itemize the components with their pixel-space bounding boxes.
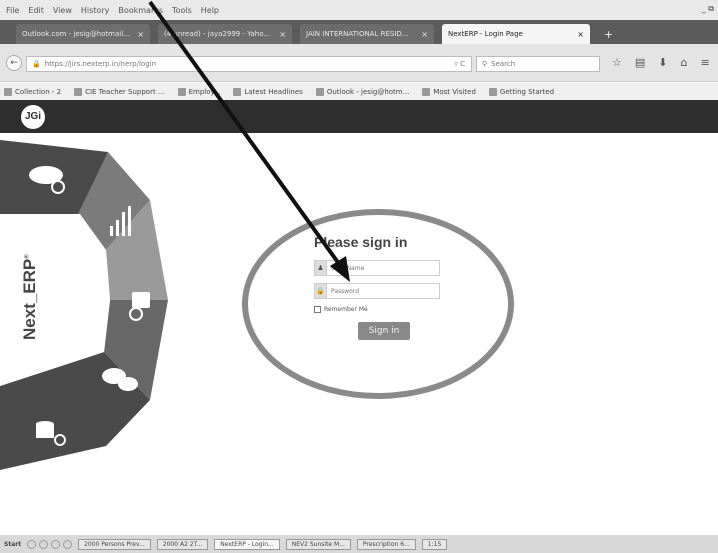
bookmark-item[interactable]: Latest Headlines bbox=[233, 87, 303, 96]
tab-label: (4 unread) - jaya2999 - Yaho... bbox=[164, 30, 271, 38]
url-text: https://jirs.nexterp.in/nerp/login bbox=[44, 60, 157, 68]
menu-icon[interactable]: ≡ bbox=[700, 56, 709, 69]
start-button[interactable]: Start bbox=[4, 541, 21, 548]
bookmark-label: Collection - 2 bbox=[15, 87, 62, 96]
address-bar[interactable]: 🔒 https://jirs.nexterp.in/nerp/login ▿ C bbox=[26, 56, 472, 72]
new-tab-button[interactable]: + bbox=[598, 28, 619, 44]
login-form: Please sign in ♟ 🔒 Remember Me Sign in bbox=[314, 234, 454, 340]
menu-file[interactable]: File bbox=[6, 6, 19, 15]
menu-bookmarks[interactable]: Bookmarks bbox=[118, 6, 163, 15]
brand-text: Next_ERP bbox=[20, 258, 39, 340]
site-icon bbox=[74, 87, 83, 96]
bookmark-label: Getting Started bbox=[499, 87, 555, 96]
lock-icon: 🔒 bbox=[32, 60, 41, 68]
browser-menubar: File Edit View History Bookmarks Tools H… bbox=[0, 0, 718, 20]
menu-help[interactable]: Help bbox=[201, 6, 219, 15]
jgi-logo[interactable]: JGi bbox=[21, 105, 45, 129]
taskbar-clock: 1:15 bbox=[421, 538, 448, 550]
folder-icon bbox=[422, 87, 431, 96]
tab-nexterp[interactable]: NextERP - Login Page × bbox=[442, 24, 590, 44]
navigation-bar: ← 🔒 https://jirs.nexterp.in/nerp/login ▿… bbox=[0, 44, 718, 82]
window-controls[interactable]: _ ⧉ bbox=[702, 4, 714, 14]
app-icon[interactable] bbox=[27, 539, 37, 549]
taskbar-item[interactable]: NextERP - Login... bbox=[214, 538, 280, 550]
tab-outlook[interactable]: Outlook.com - jesig@hotmail... × bbox=[16, 24, 150, 44]
username-field[interactable]: ♟ bbox=[314, 260, 440, 276]
tab-jain[interactable]: JAIN INTERNATIONAL RESID... × bbox=[300, 24, 434, 44]
tab-label: JAIN INTERNATIONAL RESID... bbox=[306, 30, 409, 38]
remember-label: Remember Me bbox=[324, 306, 368, 313]
search-icon: ⚲ bbox=[482, 60, 488, 68]
remember-checkbox[interactable] bbox=[314, 306, 321, 313]
password-input[interactable] bbox=[327, 287, 437, 295]
remember-me[interactable]: Remember Me bbox=[314, 306, 454, 313]
search-placeholder: Search bbox=[491, 60, 516, 68]
tab-strip: Outlook.com - jesig@hotmail... × (4 unre… bbox=[0, 20, 718, 44]
app-icon[interactable] bbox=[63, 539, 73, 549]
bookmark-item[interactable]: Outlook - jesig@hotm... bbox=[315, 87, 410, 96]
menu-history[interactable]: History bbox=[81, 6, 109, 15]
app-icon[interactable] bbox=[39, 539, 49, 549]
home-icon[interactable]: ⌂ bbox=[681, 56, 688, 69]
login-heading: Please sign in bbox=[314, 234, 408, 250]
site-icon bbox=[315, 87, 324, 96]
menu-view[interactable]: View bbox=[53, 6, 72, 15]
folder-icon bbox=[4, 87, 12, 96]
username-input[interactable] bbox=[327, 264, 437, 272]
taskbar-item[interactable]: 2000 A2 2T... bbox=[156, 538, 209, 550]
bookmark-label: Most Visited bbox=[433, 87, 476, 96]
site-icon bbox=[177, 87, 186, 96]
tab-label: Outlook.com - jesig@hotmail... bbox=[22, 30, 130, 38]
taskbar-item[interactable]: Prescription 6... bbox=[356, 538, 416, 550]
brand-mark: ® bbox=[24, 254, 31, 259]
bookmark-item[interactable]: Getting Started bbox=[488, 87, 555, 96]
lock-icon: 🔒 bbox=[315, 284, 327, 298]
download-icon[interactable]: ⬇ bbox=[658, 56, 667, 69]
bookmark-item[interactable]: Employ... bbox=[177, 87, 221, 96]
bookmark-item[interactable]: Most Visited bbox=[422, 87, 476, 96]
close-icon[interactable]: × bbox=[421, 30, 428, 39]
user-icon: ♟ bbox=[315, 261, 327, 275]
close-icon[interactable]: × bbox=[279, 30, 286, 39]
bookmark-label: CIE Teacher Support ... bbox=[85, 87, 165, 96]
taskbar-item[interactable]: NEV2 Sunsite M... bbox=[285, 538, 351, 550]
os-taskbar: Start 2000 Persons Prev... 2000 A2 2T...… bbox=[0, 535, 718, 553]
reload-button[interactable]: ▿ C bbox=[454, 60, 465, 68]
taskbar-item[interactable]: 2000 Persons Prev... bbox=[78, 538, 151, 550]
password-field[interactable]: 🔒 bbox=[314, 283, 440, 299]
bookmark-label: Employ... bbox=[188, 87, 221, 96]
menu-edit[interactable]: Edit bbox=[28, 6, 44, 15]
app-icon[interactable] bbox=[51, 539, 61, 549]
bookmarks-bar: Collection - 2 CIE Teacher Support ... E… bbox=[0, 83, 718, 100]
app-header: JGi bbox=[0, 100, 718, 133]
menu-tools[interactable]: Tools bbox=[172, 6, 192, 15]
rss-icon bbox=[233, 87, 242, 96]
bookmark-star-icon[interactable]: ☆ bbox=[612, 56, 622, 69]
bookmark-item[interactable]: CIE Teacher Support ... bbox=[74, 87, 165, 96]
quick-launch bbox=[27, 539, 73, 549]
tab-label: NextERP - Login Page bbox=[448, 30, 523, 38]
site-icon bbox=[488, 87, 497, 96]
sign-in-button[interactable]: Sign in bbox=[358, 322, 410, 340]
close-icon[interactable]: × bbox=[137, 30, 144, 39]
tab-yahoo[interactable]: (4 unread) - jaya2999 - Yaho... × bbox=[158, 24, 292, 44]
bookmark-label: Latest Headlines bbox=[244, 87, 303, 96]
toolbar-icons: ☆ ▤ ⬇ ⌂ ≡ bbox=[612, 56, 710, 69]
bookmark-label: Outlook - jesig@hotm... bbox=[326, 87, 410, 96]
bookmark-item[interactable]: Collection - 2 bbox=[4, 87, 62, 96]
nexterp-brand: Next_ERP® bbox=[20, 254, 40, 340]
reading-list-icon[interactable]: ▤ bbox=[635, 56, 645, 69]
close-icon[interactable]: × bbox=[577, 30, 584, 39]
back-button[interactable]: ← bbox=[6, 55, 22, 71]
search-input[interactable]: ⚲ Search bbox=[476, 56, 600, 72]
